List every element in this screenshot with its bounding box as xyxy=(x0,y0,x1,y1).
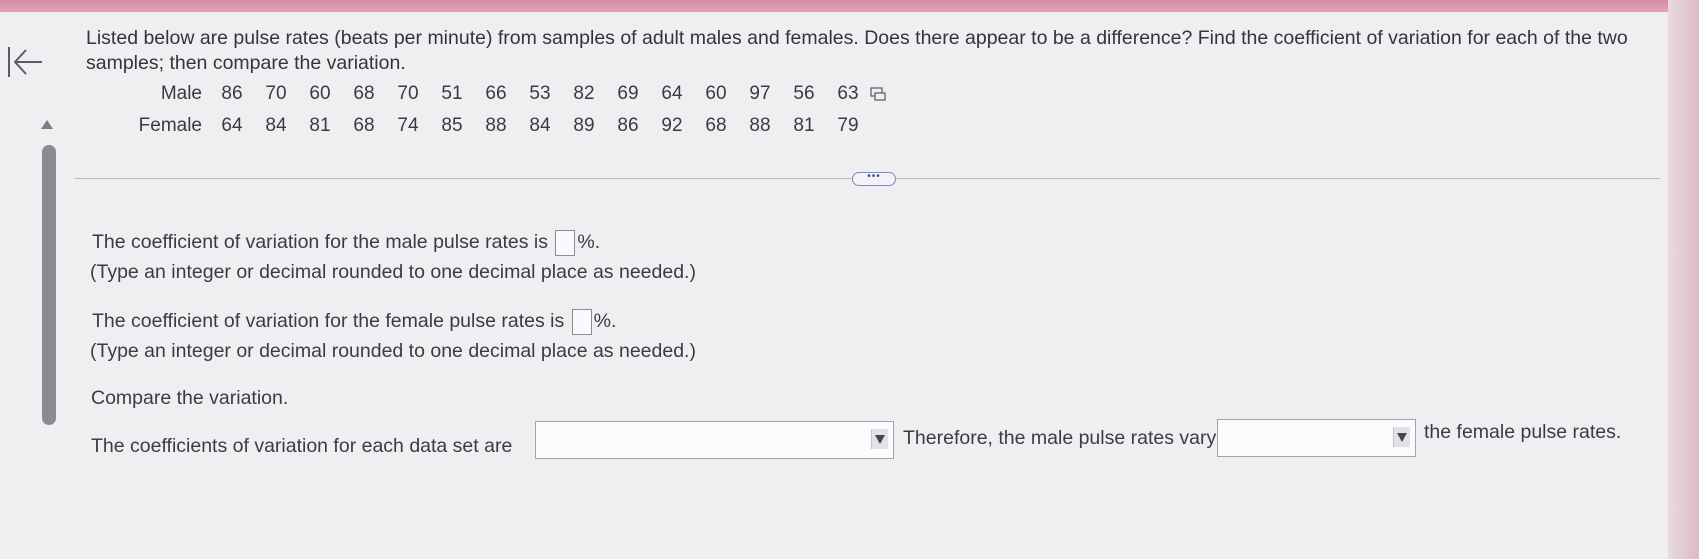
table-cell: 84 xyxy=(265,115,287,136)
more-button[interactable]: ••• xyxy=(852,172,896,186)
top-accent-band xyxy=(0,0,1699,12)
chevron-down-icon xyxy=(871,429,888,449)
variation-comparison-dropdown[interactable] xyxy=(1217,419,1416,457)
table-cell: 68 xyxy=(353,115,375,136)
male-cv-input[interactable] xyxy=(555,229,576,256)
table-cell: 56 xyxy=(793,83,815,104)
table-cell: 60 xyxy=(705,83,727,104)
chevron-down-icon xyxy=(1393,427,1410,447)
table-cell: 68 xyxy=(705,115,727,136)
table-cell: 97 xyxy=(749,83,771,104)
table-cell: 89 xyxy=(573,115,595,136)
compare-heading: Compare the variation. xyxy=(91,387,289,409)
table-cell: 88 xyxy=(749,115,771,136)
table-cell: 53 xyxy=(529,83,551,104)
table-row-female: Female 64 84 81 68 74 85 88 84 89 86 92 … xyxy=(118,110,900,142)
table-cell: 60 xyxy=(309,83,331,104)
female-cv-prompt: The coefficient of variation for the fem… xyxy=(92,310,565,332)
table-cell: 51 xyxy=(441,83,463,104)
back-button[interactable] xyxy=(4,44,44,80)
compare-prefix: The coefficients of variation for each d… xyxy=(91,435,513,457)
male-cv-hint: (Type an integer or decimal rounded to o… xyxy=(90,261,696,283)
table-cell: 81 xyxy=(309,115,331,136)
table-cell: 85 xyxy=(441,115,463,136)
table-cell: 70 xyxy=(265,83,287,104)
table-cell: 70 xyxy=(397,83,419,104)
scroll-up-arrow[interactable] xyxy=(41,120,53,129)
table-cell: 64 xyxy=(661,83,683,104)
pulse-data-table: Male 86 70 60 68 70 51 66 53 82 69 64 60… xyxy=(118,78,900,142)
table-cell: 92 xyxy=(661,115,683,136)
copy-data-icon xyxy=(870,87,886,101)
table-cell: 82 xyxy=(573,83,595,104)
table-cell: 86 xyxy=(221,83,243,104)
row-label-male: Male xyxy=(160,83,202,104)
cv-comparison-dropdown[interactable] xyxy=(535,421,894,459)
table-row-male: Male 86 70 60 68 70 51 66 53 82 69 64 60… xyxy=(118,78,900,110)
male-cv-unit: %. xyxy=(577,231,601,253)
scrollbar-thumb[interactable] xyxy=(42,145,56,425)
row-label-female: Female xyxy=(138,115,202,136)
female-cv-unit: %. xyxy=(593,310,617,332)
table-cell: 68 xyxy=(353,83,375,104)
table-cell: 88 xyxy=(485,115,507,136)
table-cell: 74 xyxy=(397,115,419,136)
table-cell: 79 xyxy=(837,115,859,136)
table-cell: 66 xyxy=(485,83,507,104)
copy-data-button[interactable] xyxy=(870,78,900,110)
right-edge-band xyxy=(1668,0,1699,559)
male-cv-line: The coefficient of variation for the mal… xyxy=(92,229,600,256)
arrow-left-bar-icon xyxy=(8,47,42,77)
female-cv-input[interactable] xyxy=(571,308,592,335)
question-text: Listed below are pulse rates (beats per … xyxy=(86,27,1628,74)
compare-suffix: the female pulse rates. xyxy=(1424,421,1622,443)
female-cv-hint: (Type an integer or decimal rounded to o… xyxy=(90,340,696,362)
table-cell: 81 xyxy=(793,115,815,136)
table-cell: 64 xyxy=(221,115,243,136)
table-cell: 63 xyxy=(837,83,859,104)
compare-middle: Therefore, the male pulse rates vary xyxy=(903,427,1217,449)
female-cv-line: The coefficient of variation for the fem… xyxy=(92,308,616,335)
table-cell: 84 xyxy=(529,115,551,136)
table-cell: 86 xyxy=(617,115,639,136)
table-cell: 69 xyxy=(617,83,639,104)
male-cv-prompt: The coefficient of variation for the mal… xyxy=(92,231,548,253)
